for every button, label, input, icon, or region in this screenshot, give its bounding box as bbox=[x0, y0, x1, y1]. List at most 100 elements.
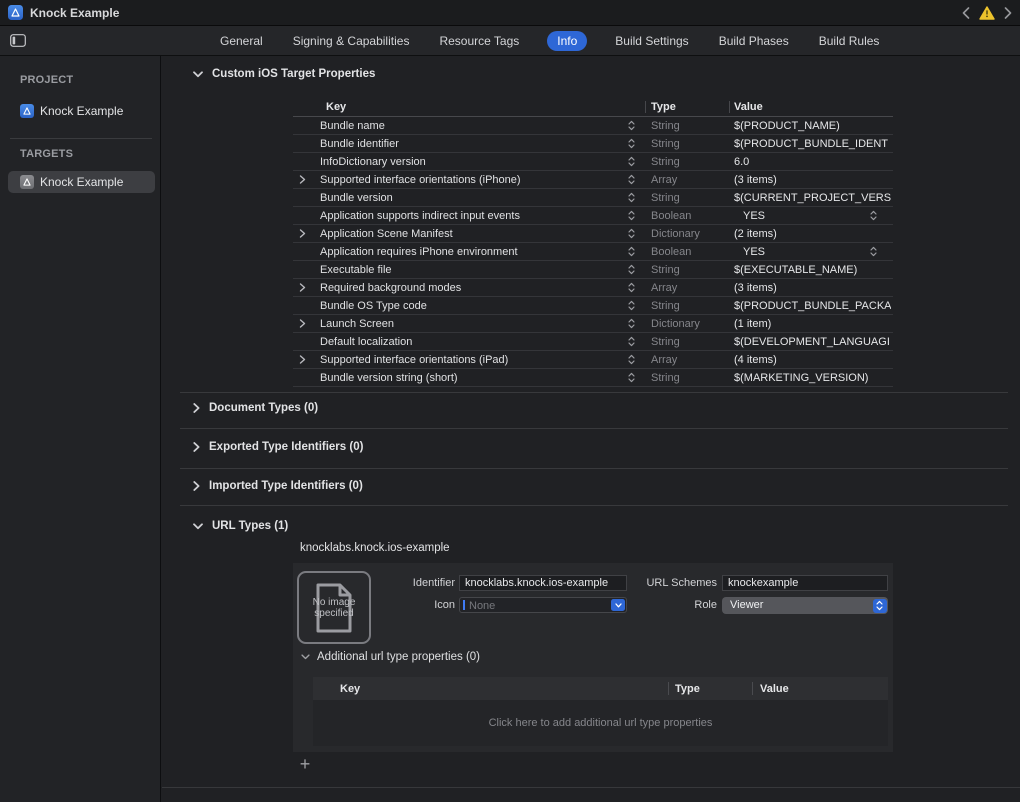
property-type[interactable]: String bbox=[651, 138, 680, 150]
table-row[interactable]: Required background modesArray(3 items) bbox=[293, 279, 893, 297]
tab-build-rules[interactable]: Build Rules bbox=[817, 31, 882, 51]
table-row[interactable]: Bundle OS Type codeString$(PRODUCT_BUNDL… bbox=[293, 297, 893, 315]
property-type[interactable]: Array bbox=[651, 174, 677, 186]
icon-combo-box[interactable]: None bbox=[459, 597, 627, 613]
table-row[interactable]: InfoDictionary versionString6.0 bbox=[293, 153, 893, 171]
property-type[interactable]: String bbox=[651, 156, 680, 168]
chevron-right-icon bbox=[193, 442, 200, 452]
property-value[interactable]: $(PRODUCT_BUNDLE_IDENT bbox=[734, 138, 891, 150]
tab-signing-capabilities[interactable]: Signing & Capabilities bbox=[291, 31, 412, 51]
property-type[interactable]: Boolean bbox=[651, 210, 691, 222]
table-row[interactable]: Default localization String $(DEVELOPMENT_… bbox=[293, 333, 893, 351]
disclosure-icon[interactable] bbox=[299, 175, 306, 187]
tab-info[interactable]: Info bbox=[547, 31, 587, 51]
key-stepper-icon[interactable] bbox=[628, 192, 635, 206]
content-bottom-divider bbox=[162, 787, 1020, 788]
key-stepper-icon[interactable] bbox=[628, 372, 635, 386]
property-value[interactable]: $(DEVELOPMENT_LANGUAGI bbox=[734, 336, 891, 348]
table-row[interactable]: Supported interface orientations (iPhone… bbox=[293, 171, 893, 189]
properties-table-header: Key Type Value bbox=[293, 99, 893, 117]
sidebar-item-project[interactable]: Knock Example bbox=[8, 100, 155, 122]
table-row[interactable]: Bundle nameString$(PRODUCT_NAME) bbox=[293, 117, 893, 135]
section-imported-type-identifiers[interactable]: Imported Type Identifiers (0) bbox=[193, 480, 363, 492]
property-type[interactable]: Array bbox=[651, 282, 677, 294]
table-row[interactable]: Bundle identifierString$(PRODUCT_BUNDLE_… bbox=[293, 135, 893, 153]
combo-dropdown-button[interactable] bbox=[611, 599, 625, 611]
key-stepper-icon[interactable] bbox=[628, 138, 635, 152]
property-type[interactable]: String bbox=[651, 192, 680, 204]
warning-icon[interactable] bbox=[979, 6, 995, 20]
property-value[interactable]: (1 item) bbox=[734, 318, 891, 330]
table-row[interactable]: Application supports indirect input even… bbox=[293, 207, 893, 225]
table-row[interactable]: Application requires iPhone environmentB… bbox=[293, 243, 893, 261]
section-document-types[interactable]: Document Types (0) bbox=[193, 402, 318, 414]
tab-build-settings[interactable]: Build Settings bbox=[613, 31, 690, 51]
disclosure-icon[interactable] bbox=[299, 319, 306, 331]
property-value[interactable]: $(MARKETING_VERSION) bbox=[734, 372, 891, 384]
key-stepper-icon[interactable] bbox=[628, 318, 635, 332]
table-row[interactable]: Executable fileString$(EXECUTABLE_NAME) bbox=[293, 261, 893, 279]
property-value[interactable]: $(EXECUTABLE_NAME) bbox=[734, 264, 891, 276]
url-schemes-field[interactable]: knockexample bbox=[722, 575, 888, 591]
key-stepper-icon[interactable] bbox=[628, 174, 635, 188]
table-row[interactable]: Bundle version string (short)String$(MAR… bbox=[293, 369, 893, 387]
icon-combo-value: None bbox=[469, 600, 495, 612]
property-value[interactable]: 6.0 bbox=[734, 156, 891, 168]
property-type[interactable]: Boolean bbox=[651, 246, 691, 258]
key-stepper-icon[interactable] bbox=[628, 210, 635, 224]
sidebar-target-label: Knock Example bbox=[40, 175, 123, 189]
property-value[interactable]: (2 items) bbox=[734, 228, 891, 240]
key-stepper-icon[interactable] bbox=[628, 228, 635, 242]
key-stepper-icon[interactable] bbox=[628, 336, 635, 350]
key-stepper-icon[interactable] bbox=[628, 246, 635, 260]
property-type[interactable]: Array bbox=[651, 354, 677, 366]
table-row[interactable]: Launch ScreenDictionary(1 item) bbox=[293, 315, 893, 333]
property-type[interactable]: String bbox=[651, 264, 680, 276]
disclosure-icon[interactable] bbox=[299, 355, 306, 367]
sidebar-item-target[interactable]: Knock Example bbox=[8, 171, 155, 193]
property-type[interactable]: String bbox=[651, 120, 680, 132]
add-url-type-button[interactable]: + bbox=[296, 756, 314, 774]
property-key: Default localization bbox=[320, 336, 412, 348]
property-type[interactable]: String bbox=[651, 300, 680, 312]
property-type[interactable]: Dictionary bbox=[651, 228, 700, 240]
key-stepper-icon[interactable] bbox=[628, 354, 635, 368]
property-type[interactable]: Dictionary bbox=[651, 318, 700, 330]
disclosure-icon[interactable] bbox=[299, 229, 306, 241]
key-stepper-icon[interactable] bbox=[628, 300, 635, 314]
property-value[interactable]: $(PRODUCT_NAME) bbox=[734, 120, 891, 132]
add-property-placeholder[interactable]: Click here to add additional url type pr… bbox=[313, 700, 888, 746]
property-value[interactable]: (3 items) bbox=[734, 174, 891, 186]
nav-back-icon[interactable] bbox=[962, 7, 970, 19]
property-type[interactable]: String bbox=[651, 336, 680, 348]
tab-general[interactable]: General bbox=[218, 31, 265, 51]
role-popup-button[interactable]: Viewer bbox=[722, 597, 888, 614]
table-row[interactable]: Supported interface orientations (iPad)A… bbox=[293, 351, 893, 369]
value-stepper-icon[interactable] bbox=[870, 210, 877, 224]
section-custom-ios-target-properties[interactable]: Custom iOS Target Properties bbox=[193, 68, 375, 80]
table-row[interactable]: Bundle versionString$(CURRENT_PROJECT_VE… bbox=[293, 189, 893, 207]
tab-build-phases[interactable]: Build Phases bbox=[717, 31, 791, 51]
additional-properties-header[interactable]: Additional url type properties (0) bbox=[301, 651, 480, 663]
section-exported-type-identifiers[interactable]: Exported Type Identifiers (0) bbox=[193, 441, 363, 453]
table-row[interactable]: Application Scene ManifestDictionary(2 i… bbox=[293, 225, 893, 243]
key-stepper-icon[interactable] bbox=[628, 156, 635, 170]
property-value[interactable]: (4 items) bbox=[734, 354, 891, 366]
tab-resource-tags[interactable]: Resource Tags bbox=[437, 31, 521, 51]
disclosure-icon[interactable] bbox=[299, 283, 306, 295]
nav-forward-icon[interactable] bbox=[1004, 7, 1012, 19]
url-type-image-well[interactable]: No image specified bbox=[297, 571, 371, 644]
property-type[interactable]: String bbox=[651, 372, 680, 384]
property-value[interactable]: (3 items) bbox=[734, 282, 891, 294]
key-stepper-icon[interactable] bbox=[628, 120, 635, 134]
property-value[interactable]: $(PRODUCT_BUNDLE_PACKA bbox=[734, 300, 891, 312]
value-stepper-icon[interactable] bbox=[870, 246, 877, 260]
property-value[interactable]: $(CURRENT_PROJECT_VERS bbox=[734, 192, 891, 204]
info-editor-content: Custom iOS Target Properties Key Type Va… bbox=[162, 56, 1020, 802]
section-title: Exported Type Identifiers (0) bbox=[209, 441, 363, 453]
sidebar-toggle-icon[interactable] bbox=[10, 34, 26, 50]
key-stepper-icon[interactable] bbox=[628, 264, 635, 278]
identifier-field[interactable]: knocklabs.knock.ios-example bbox=[459, 575, 627, 591]
section-url-types[interactable]: URL Types (1) bbox=[193, 520, 288, 532]
key-stepper-icon[interactable] bbox=[628, 282, 635, 296]
